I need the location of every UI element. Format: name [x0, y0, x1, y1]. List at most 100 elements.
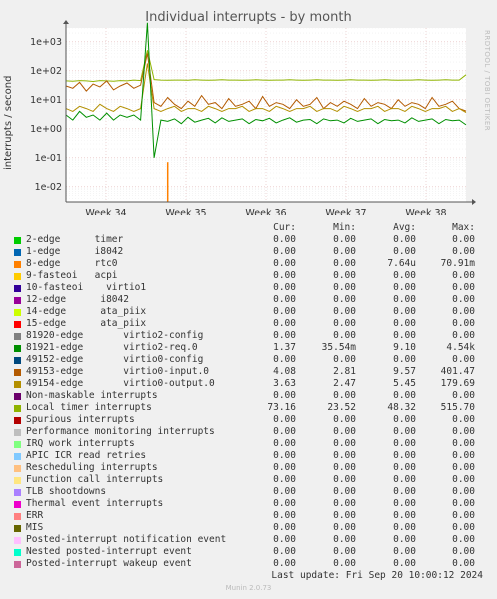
y-tick-label: 1e+01: [30, 95, 62, 106]
legend-swatch: [14, 429, 21, 436]
legend-cur: 0.00: [273, 414, 296, 425]
legend-min: 0.00: [333, 486, 356, 497]
legend-avg: 0.00: [393, 450, 416, 461]
legend-swatch: [14, 297, 21, 304]
legend-max: 0.00: [452, 438, 475, 449]
legend-avg: 0.00: [393, 330, 416, 341]
x-tick-label: Week 37: [325, 208, 366, 215]
legend-swatch: [14, 381, 21, 388]
legend-max: 0.00: [452, 450, 475, 461]
last-update: Last update: Fri Sep 20 10:00:12 2024: [271, 570, 483, 581]
legend-row: 2-edge timer 0.00 0.00 0.00 0.00: [0, 234, 497, 246]
legend-row: IRQ work interrupts 0.00 0.00 0.00 0.00: [0, 438, 497, 450]
legend-cur: 0.00: [273, 486, 296, 497]
legend-cur: 0.00: [273, 330, 296, 341]
legend-min: 0.00: [333, 306, 356, 317]
legend-row: TLB shootdowns 0.00 0.00 0.00 0.00: [0, 486, 497, 498]
legend-name: 12-edge i8042: [26, 294, 129, 305]
legend-max: 0.00: [452, 318, 475, 329]
y-tick-label: 1e-01: [35, 153, 62, 164]
legend-max: 0.00: [452, 330, 475, 341]
legend-cur: 0.00: [273, 534, 296, 545]
legend-avg: 0.00: [393, 510, 416, 521]
chart-area: 1e-02 1e-01 1e+00 1e+01 1e+02 1e+03 Week 34 Wee…: [30, 20, 476, 215]
legend-name: Nested posted-interrupt event: [26, 546, 192, 557]
legend-name: Posted-interrupt wakeup event: [26, 558, 192, 569]
y-axis-arrow-icon: [63, 20, 69, 24]
legend-row: 49153-edge virtio0-input.0 4.08 2.81 9.57 40…: [0, 366, 497, 378]
legend-max: 0.00: [452, 546, 475, 557]
legend-swatch: [14, 273, 21, 280]
legend-name: Posted-interrupt notification event: [26, 534, 227, 545]
legend-max: 0.00: [452, 390, 475, 401]
legend-min: 0.00: [333, 450, 356, 461]
legend-row: 10-fasteoi virtio1 0.00 0.00 0.00 0.00: [0, 282, 497, 294]
legend-min: 0.00: [333, 462, 356, 473]
legend-cur: 0.00: [273, 390, 296, 401]
legend-row: Performance monitoring interrupts 0.00 0.0…: [0, 426, 497, 438]
legend-min: 0.00: [333, 522, 356, 533]
legend-avg: 7.64u: [387, 258, 416, 269]
legend-swatch: [14, 489, 21, 496]
legend-cur: 0.00: [273, 246, 296, 257]
legend-max: 0.00: [452, 558, 475, 569]
legend-avg: 0.00: [393, 546, 416, 557]
legend-cur: 0.00: [273, 510, 296, 521]
legend-name: ERR: [26, 510, 44, 521]
legend-swatch: [14, 321, 21, 328]
legend-swatch: [14, 345, 21, 352]
legend-cur: 73.16: [267, 402, 296, 413]
legend-swatch: [14, 549, 21, 556]
legend-row: 15-edge ata_piix 0.00 0.00 0.00 0.00: [0, 318, 497, 330]
legend-avg: 5.45: [393, 378, 416, 389]
legend-cur: 0.00: [273, 426, 296, 437]
legend-min: 0.00: [333, 438, 356, 449]
legend-max: 70.91m: [440, 258, 475, 269]
legend-header: Cur: Min: Avg: Max:: [0, 222, 497, 234]
legend-min: 23.52: [327, 402, 356, 413]
legend-max: 179.69: [440, 378, 475, 389]
legend-cur: 4.08: [273, 366, 296, 377]
legend-max: 0.00: [452, 270, 475, 281]
legend-row: 49152-edge virtio0-config 0.00 0.00 0.00 0.0…: [0, 354, 497, 366]
legend-cur: 0.00: [273, 306, 296, 317]
legend-avg: 0.00: [393, 354, 416, 365]
legend-name: MIS: [26, 522, 44, 533]
legend-name: Performance monitoring interrupts: [26, 426, 215, 437]
legend-swatch: [14, 405, 21, 412]
legend-max: 0.00: [452, 354, 475, 365]
legend-swatch: [14, 561, 21, 568]
legend-cur: 3.63: [273, 378, 296, 389]
legend-row: 1-edge i8042 0.00 0.00 0.00 0.00: [0, 246, 497, 258]
x-axis-arrow-icon: [472, 199, 476, 205]
legend-name: Local timer interrupts: [26, 402, 152, 413]
legend-avg: 0.00: [393, 462, 416, 473]
legend-avg: 0.00: [393, 246, 416, 257]
legend-avg: 0.00: [393, 498, 416, 509]
legend-avg: 0.00: [393, 414, 416, 425]
legend-max: 0.00: [452, 426, 475, 437]
legend-row: MIS 0.00 0.00 0.00 0.00: [0, 522, 497, 534]
y-tick-label: 1e+00: [30, 124, 62, 135]
legend-row: APIC ICR read retries 0.00 0.00 0.00 0.00: [0, 450, 497, 462]
legend-name: APIC ICR read retries: [26, 450, 147, 461]
legend-swatch: [14, 501, 21, 508]
legend-avg: 0.00: [393, 558, 416, 569]
legend-min: 0.00: [333, 246, 356, 257]
legend-swatch: [14, 261, 21, 268]
legend-max: 0.00: [452, 522, 475, 533]
legend-row: 81921-edge virtio2-req.0 1.37 35.54m 9.10 4.…: [0, 342, 497, 354]
legend-max: 0.00: [452, 498, 475, 509]
legend-name: 49153-edge virtio0-input.0: [26, 366, 210, 377]
legend-row: Posted-interrupt notification event 0.00 0…: [0, 534, 497, 546]
legend-max: 0.00: [452, 510, 475, 521]
legend-avg: 0.00: [393, 270, 416, 281]
legend-min: 0.00: [333, 390, 356, 401]
legend-avg: 9.10: [393, 342, 416, 353]
legend-max: 0.00: [452, 246, 475, 257]
legend-row: Local timer interrupts 73.16 23.52 48.32 515…: [0, 402, 497, 414]
legend-name: Function call interrupts: [26, 474, 164, 485]
legend-header-max: Max:: [452, 222, 475, 233]
legend-max: 0.00: [452, 414, 475, 425]
y-tick-label: 1e+03: [30, 37, 62, 48]
